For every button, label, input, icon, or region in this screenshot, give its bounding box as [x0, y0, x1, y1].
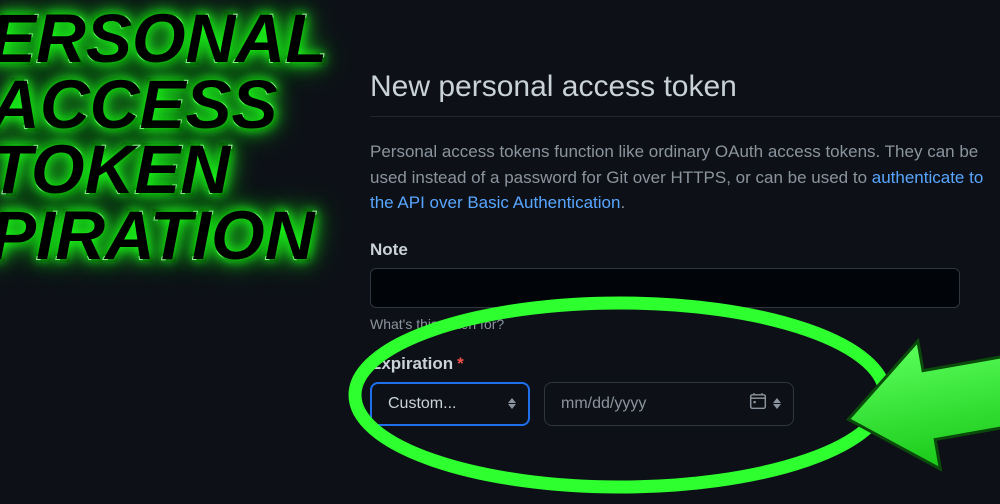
expiration-select-value: Custom...: [388, 395, 456, 413]
overlay-line: TOKEN: [0, 137, 327, 203]
expiration-select[interactable]: Custom...: [370, 382, 530, 426]
required-asterisk: *: [457, 354, 464, 373]
expiration-row: Custom... mm/dd/yyyy: [370, 382, 1000, 426]
calendar-icon: [749, 392, 767, 415]
overlay-line: ACCESS: [0, 72, 327, 138]
divider: [370, 116, 1000, 117]
token-form: New personal access token Personal acces…: [370, 70, 1000, 426]
date-placeholder: mm/dd/yyyy: [561, 395, 739, 413]
page-title: New personal access token: [370, 70, 1000, 104]
expiration-label: Expiration*: [370, 354, 1000, 374]
note-input[interactable]: [370, 268, 960, 308]
thumbnail-overlay-text: ERSONAL ACCESS TOKEN PIRATION: [0, 6, 327, 268]
overlay-line: PIRATION: [0, 203, 327, 269]
date-stepper-icon: [773, 398, 781, 409]
select-stepper-icon: [508, 398, 516, 409]
note-hint: What's this token for?: [370, 316, 1000, 332]
note-label: Note: [370, 240, 1000, 260]
page-description: Personal access tokens function like ord…: [370, 139, 1000, 216]
expiration-label-text: Expiration: [370, 354, 453, 373]
expiration-date-input[interactable]: mm/dd/yyyy: [544, 382, 794, 426]
overlay-line: ERSONAL: [0, 6, 327, 72]
